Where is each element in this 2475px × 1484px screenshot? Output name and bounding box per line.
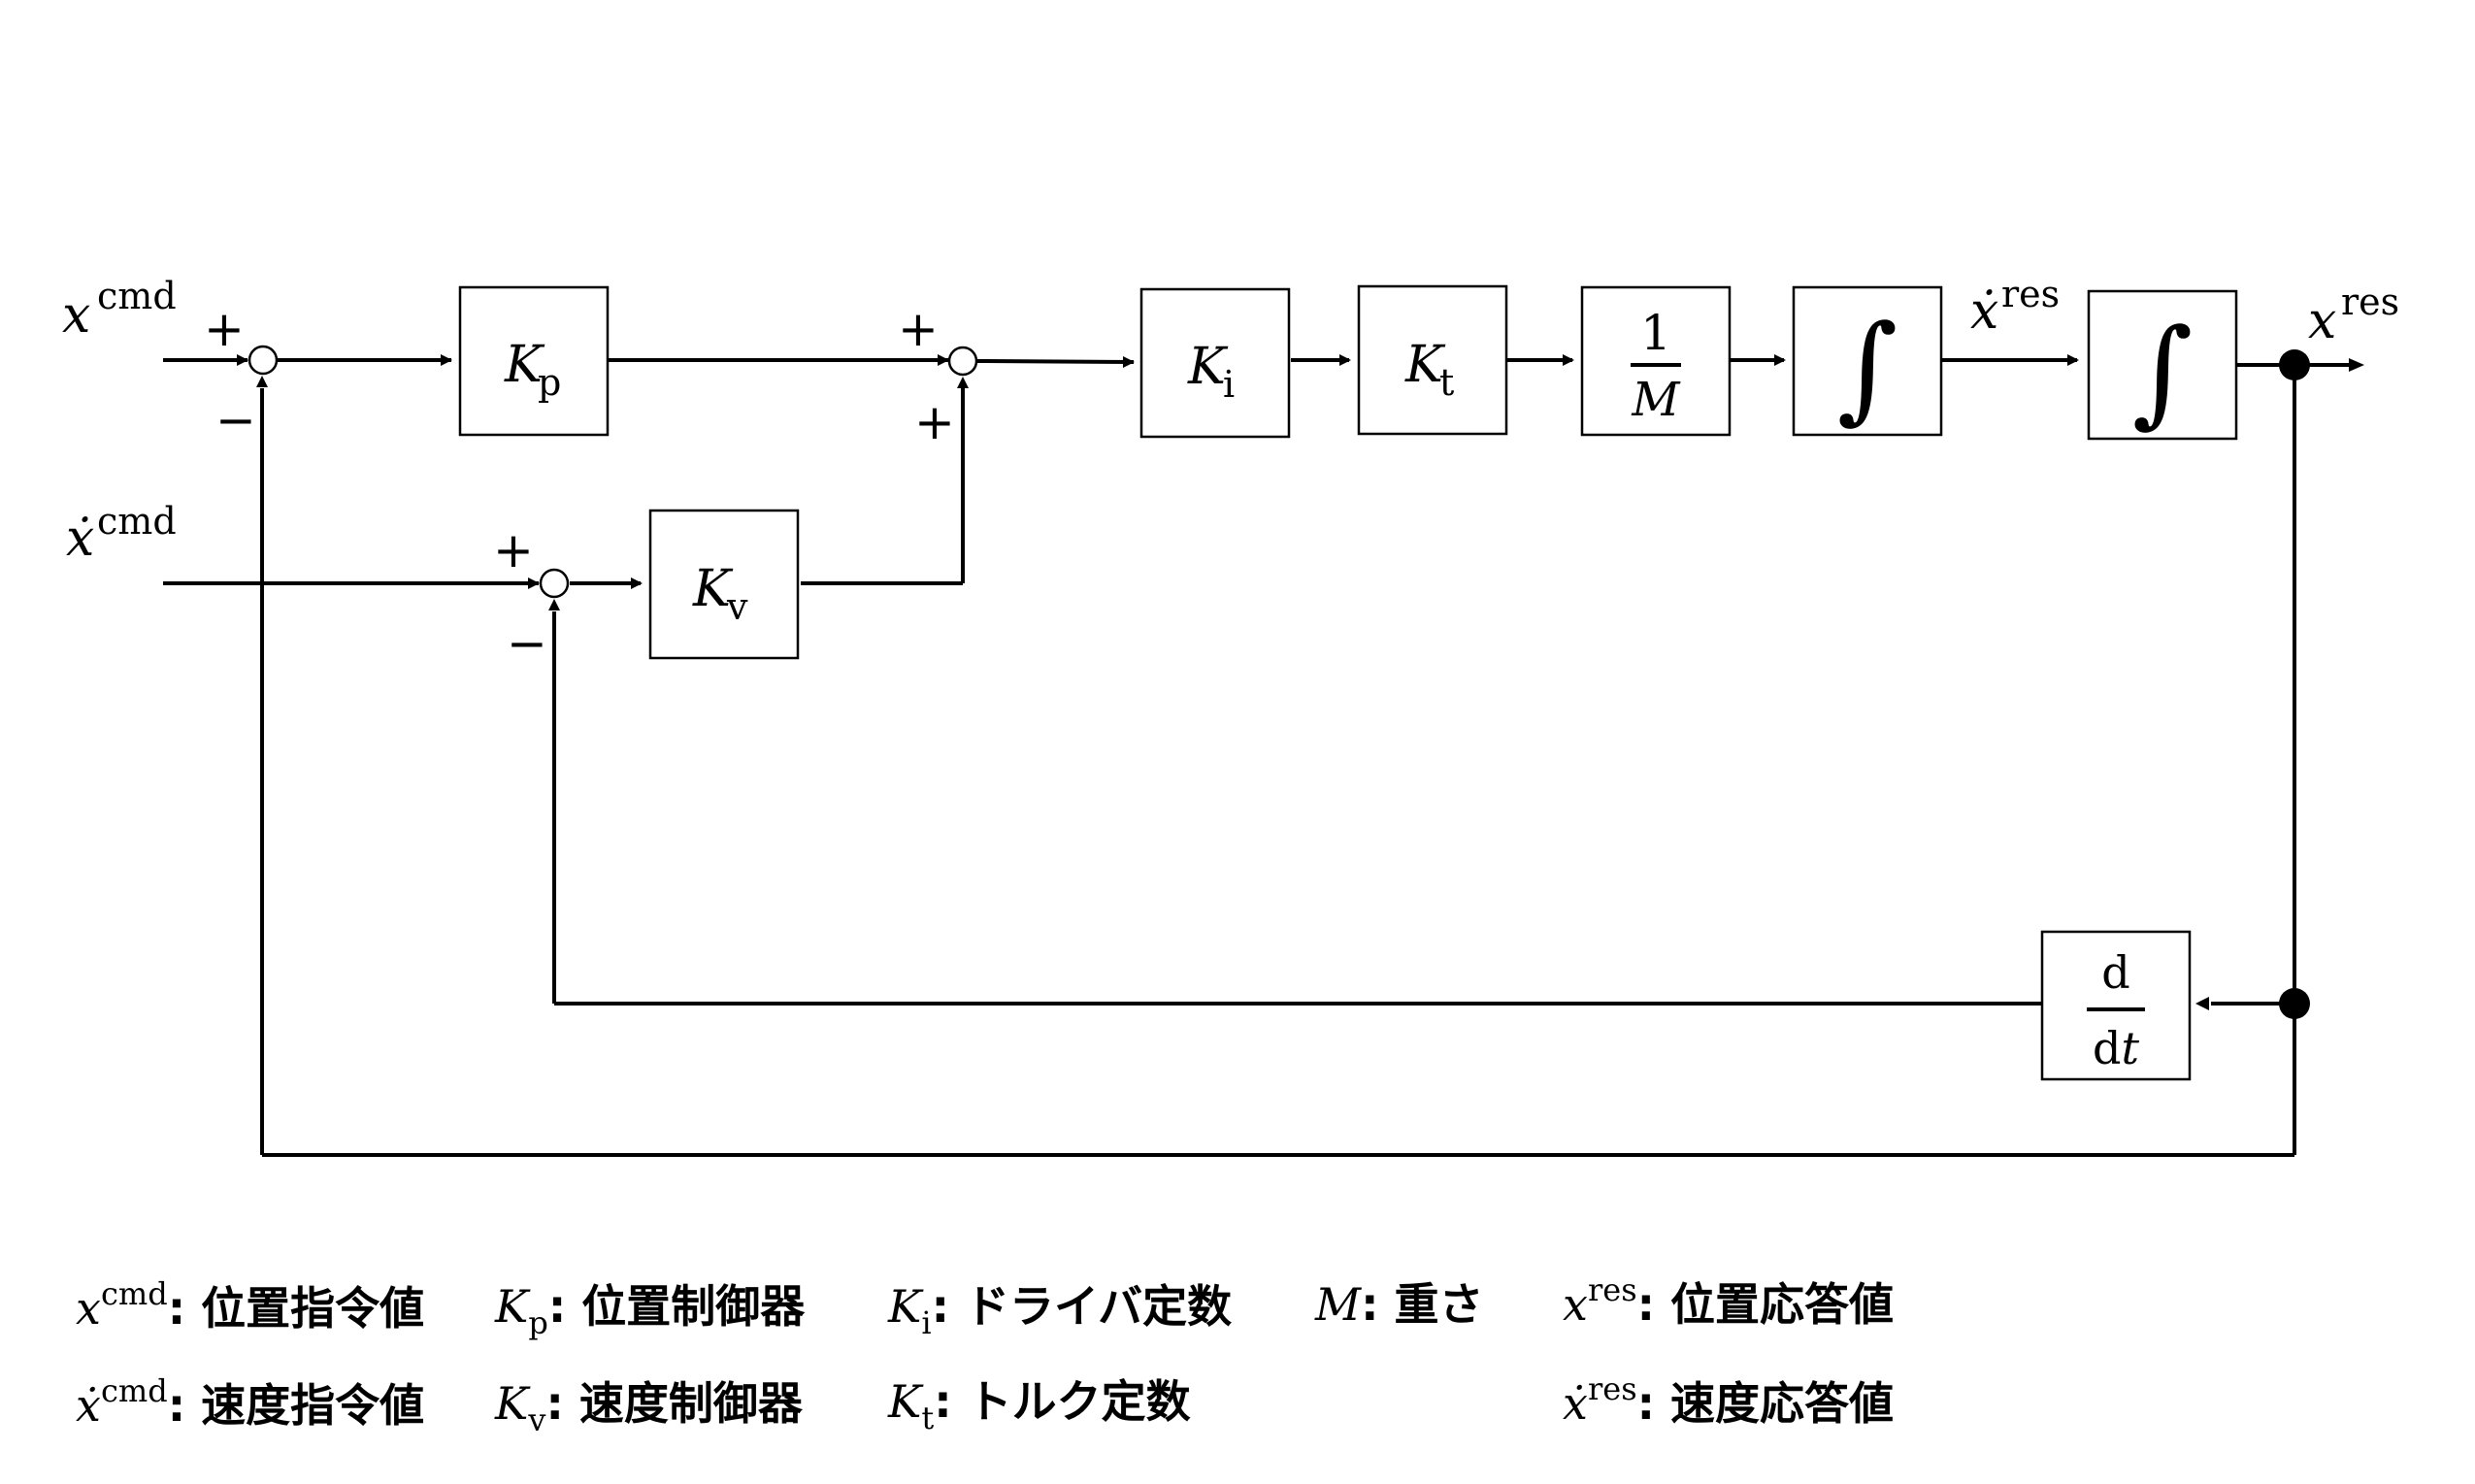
block-kt: K t bbox=[1357, 284, 1508, 436]
output-arrowhead bbox=[2349, 358, 2364, 372]
svg-text:Kp: 位置制御器: Kp: 位置制御器 bbox=[494, 1280, 806, 1341]
signal-wires bbox=[163, 358, 2349, 1157]
legend-item-kp: Kp: 位置制御器 bbox=[494, 1280, 806, 1341]
signal-label-x-res: x res bbox=[2308, 280, 2399, 350]
legend-item-x-res: xres: 位置応答値 bbox=[1563, 1271, 1894, 1331]
svg-text:x: x bbox=[62, 286, 90, 345]
legend: xcmd: 位置指令値 ẋcmd: 速度指令値 Kp: 位置制御器 Kv: 速度… bbox=[76, 1271, 1894, 1438]
sign-plus-kv-output: + bbox=[914, 394, 955, 450]
arrowhead bbox=[1774, 354, 1786, 366]
sign-plus-kp-output: + bbox=[898, 301, 939, 357]
block-derivative: d dt bbox=[2040, 930, 2192, 1081]
arrowhead bbox=[938, 354, 949, 366]
block-mass-denominator: M bbox=[1631, 373, 1681, 427]
block-inverse-mass: 1 M bbox=[1580, 285, 1732, 437]
arrowhead bbox=[256, 376, 268, 387]
arrowhead bbox=[1563, 354, 1574, 366]
svg-text:Kv: 速度制御器: Kv: 速度制御器 bbox=[494, 1377, 804, 1438]
block-deriv-denominator: dt bbox=[2093, 1022, 2139, 1074]
integral-icon: ∫ bbox=[1837, 301, 1898, 436]
sign-plus-velocity-cmd: + bbox=[493, 522, 534, 578]
arrowhead bbox=[1123, 356, 1135, 368]
sign-minus-velocity-feedback: − bbox=[507, 615, 547, 672]
arrowhead bbox=[2195, 997, 2209, 1010]
legend-item-kt: Kt: トルク定数 bbox=[887, 1375, 1191, 1436]
sign-plus-position-cmd: + bbox=[204, 301, 245, 357]
arrowhead bbox=[1339, 354, 1351, 366]
summing-junction-position bbox=[248, 345, 279, 376]
arrowhead bbox=[548, 599, 560, 610]
svg-text:Kt: トルク定数: Kt: トルク定数 bbox=[887, 1375, 1191, 1436]
legend-item-xdot-cmd: ẋcmd: 速度指令値 bbox=[76, 1372, 424, 1432]
legend-item-xdot-res: ẋres: 速度応答値 bbox=[1563, 1370, 1894, 1430]
legend-item-kv: Kv: 速度制御器 bbox=[494, 1377, 804, 1438]
signal-label-xdot-cmd: ẋ cmd bbox=[66, 500, 177, 568]
legend-item-x-cmd: xcmd: 位置指令値 bbox=[76, 1275, 424, 1335]
arrowhead bbox=[528, 577, 540, 589]
block-integrator-2: ∫ bbox=[2087, 289, 2238, 441]
block-ki-subscript: i bbox=[1223, 363, 1235, 406]
svg-text:ẋres: 速度応答値: ẋres: 速度応答値 bbox=[1563, 1370, 1894, 1430]
integral-icon: ∫ bbox=[2132, 305, 2194, 440]
block-mass-numerator: 1 bbox=[1640, 305, 1671, 361]
legend-item-ki: Ki: ドライバ定数 bbox=[887, 1280, 1232, 1341]
wire-sum3-ki bbox=[976, 359, 1135, 364]
block-kv-subscript: v bbox=[726, 585, 748, 628]
legend-item-m: M: 重さ bbox=[1314, 1278, 1484, 1331]
branch-point-output bbox=[2279, 349, 2310, 380]
summing-junction-velocity bbox=[539, 568, 570, 599]
svg-text:ẋ: ẋ bbox=[66, 510, 94, 568]
svg-text:xres: 位置応答値: xres: 位置応答値 bbox=[1563, 1271, 1894, 1331]
svg-text:ẋ: ẋ bbox=[1970, 282, 1998, 341]
block-deriv-numerator: d bbox=[2101, 946, 2129, 999]
svg-text:xcmd: 位置指令値: xcmd: 位置指令値 bbox=[76, 1275, 424, 1335]
svg-text:cmd: cmd bbox=[97, 500, 177, 543]
svg-text:res: res bbox=[2341, 280, 2399, 323]
branch-point-velocity-feedback bbox=[2279, 988, 2310, 1019]
arrowhead bbox=[441, 354, 452, 366]
block-kp: K p bbox=[458, 285, 610, 437]
block-integrator-1: ∫ bbox=[1792, 285, 1943, 437]
svg-text:Ki: ドライバ定数: Ki: ドライバ定数 bbox=[887, 1280, 1232, 1341]
arrowhead bbox=[631, 577, 643, 589]
block-kt-subscript: t bbox=[1439, 361, 1454, 404]
arrowhead bbox=[957, 377, 969, 388]
signal-label-xdot-res: ẋ res bbox=[1970, 273, 2060, 341]
summing-junction-torque bbox=[947, 346, 978, 377]
svg-text:M: 重さ: M: 重さ bbox=[1314, 1278, 1484, 1331]
sign-minus-position-feedback: − bbox=[215, 392, 256, 448]
svg-text:res: res bbox=[2001, 273, 2060, 315]
svg-text:cmd: cmd bbox=[97, 275, 177, 317]
block-ki: K i bbox=[1139, 287, 1291, 439]
svg-text:x: x bbox=[2308, 292, 2336, 350]
svg-text:ẋcmd: 速度指令値: ẋcmd: 速度指令値 bbox=[76, 1372, 424, 1432]
arrowhead bbox=[2067, 354, 2079, 366]
block-kv: K v bbox=[648, 509, 800, 660]
signal-label-x-cmd: x cmd bbox=[62, 275, 177, 345]
block-kp-subscript: p bbox=[538, 361, 561, 404]
control-block-diagram: K p K v K i K t 1 M ∫ ∫ d dt x cmd ẋ cmd… bbox=[62, 273, 2399, 1438]
